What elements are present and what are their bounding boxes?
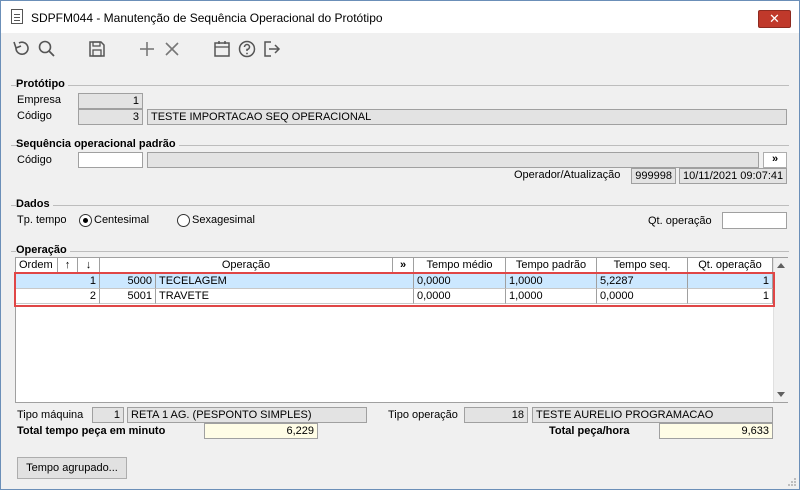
cell-codigo: 5000: [100, 274, 156, 289]
atualizacao-field: 10/11/2021 09:07:41: [679, 168, 787, 184]
tipo-operacao-label: Tipo operação: [388, 409, 458, 421]
sexagesimal-radio[interactable]: [177, 214, 190, 227]
prototipo-codigo-field[interactable]: 3: [78, 109, 143, 125]
tipo-maquina-desc-field: RETA 1 AG. (PESPONTO SIMPLES): [127, 407, 367, 423]
codigo-label: Código: [17, 110, 52, 122]
table-row[interactable]: 1 5000 TECELAGEM 0,0000 1,0000 5,2287 1: [16, 274, 773, 289]
operacao-title: Operação: [16, 244, 70, 256]
centesimal-radio[interactable]: [79, 214, 92, 227]
tipo-maquina-label: Tipo máquina: [17, 409, 84, 421]
sequencia-codigo-label: Código: [17, 154, 52, 166]
cell-operacao: TRAVETE: [156, 289, 414, 304]
document-icon: [11, 9, 23, 24]
col-tempo-seq[interactable]: Tempo seq.: [597, 258, 688, 273]
total-peca-field: 9,633: [659, 423, 773, 439]
col-lookup[interactable]: »: [393, 258, 414, 273]
exit-icon[interactable]: [262, 39, 282, 59]
empresa-field[interactable]: 1: [78, 93, 143, 109]
sequencia-title: Sequência operacional padrão: [16, 138, 179, 150]
cell-qt-operacao: 1: [688, 274, 773, 289]
close-button[interactable]: ✕: [758, 10, 791, 28]
sequencia-lookup-button[interactable]: »: [763, 152, 787, 168]
help-icon[interactable]: [237, 39, 257, 59]
dados-title: Dados: [16, 198, 53, 210]
cell-tempo-seq: 0,0000: [597, 289, 688, 304]
col-tempo-medio[interactable]: Tempo médio: [414, 258, 506, 273]
prototipo-title: Protótipo: [16, 78, 68, 90]
table-row[interactable]: 2 5001 TRAVETE 0,0000 1,0000 0,0000 1: [16, 289, 773, 304]
grid-header: Ordem ↑ ↓ Operação » Tempo médio Tempo p…: [16, 258, 773, 273]
cell-tempo-seq: 5,2287: [597, 274, 688, 289]
cell-ordem: 2: [16, 289, 100, 304]
title-bar: SDPFM044 - Manutenção de Sequência Opera…: [1, 1, 799, 33]
tipo-operacao-desc-field: TESTE AURELIO PROGRAMACAO: [532, 407, 773, 423]
window-title: SDPFM044 - Manutenção de Sequência Opera…: [31, 11, 383, 25]
operador-label: Operador/Atualização: [514, 169, 621, 181]
total-tempo-label: Total tempo peça em minuto: [17, 425, 166, 437]
cell-ordem: 1: [16, 274, 100, 289]
cell-tempo-medio: 0,0000: [414, 274, 506, 289]
tp-tempo-label: Tp. tempo: [17, 214, 67, 226]
app-window: SDPFM044 - Manutenção de Sequência Opera…: [0, 0, 800, 490]
sequencia-codigo-input[interactable]: [78, 152, 143, 168]
col-operacao[interactable]: Operação: [100, 258, 393, 273]
empresa-label: Empresa: [17, 94, 62, 106]
scroll-up-icon[interactable]: [777, 263, 785, 268]
calendar-icon[interactable]: [212, 39, 232, 59]
toolbar: [1, 35, 799, 63]
operacao-section: [11, 251, 789, 253]
col-tempo-padrao[interactable]: Tempo padrão: [506, 258, 597, 273]
cell-qt-operacao: 1: [688, 289, 773, 304]
tipo-maquina-code-field: 1: [92, 407, 124, 423]
total-tempo-field: 6,229: [204, 423, 318, 439]
cell-tempo-padrao: 1,0000: [506, 274, 597, 289]
undo-icon[interactable]: [11, 39, 31, 59]
prototipo-descricao-field: TESTE IMPORTACAO SEQ OPERACIONAL: [147, 109, 787, 125]
centesimal-label[interactable]: Centesimal: [94, 214, 149, 226]
operacao-grid: Ordem ↑ ↓ Operação » Tempo médio Tempo p…: [15, 257, 788, 403]
col-qt-operacao[interactable]: Qt. operação: [688, 258, 773, 273]
col-ordem[interactable]: Ordem: [16, 258, 58, 273]
scroll-down-icon[interactable]: [777, 392, 785, 397]
move-down-icon[interactable]: ↓: [78, 258, 100, 273]
sexagesimal-label[interactable]: Sexagesimal: [192, 214, 255, 226]
tipo-operacao-code-field: 18: [464, 407, 528, 423]
qt-operacao-input[interactable]: [722, 212, 787, 229]
search-icon[interactable]: [37, 39, 57, 59]
cell-tempo-medio: 0,0000: [414, 289, 506, 304]
qt-operacao-label: Qt. operação: [648, 215, 712, 227]
grid-vertical-scrollbar[interactable]: [773, 258, 788, 402]
cell-operacao: TECELAGEM: [156, 274, 414, 289]
add-icon[interactable]: [137, 39, 157, 59]
cell-tempo-padrao: 1,0000: [506, 289, 597, 304]
operador-field: 999998: [631, 168, 676, 184]
delete-icon[interactable]: [162, 39, 182, 59]
resize-grip-icon[interactable]: [787, 477, 797, 487]
move-up-icon[interactable]: ↑: [58, 258, 78, 273]
cell-codigo: 5001: [100, 289, 156, 304]
total-peca-label: Total peça/hora: [549, 425, 630, 437]
sequencia-descricao-field: [147, 152, 759, 168]
save-icon[interactable]: [87, 39, 107, 59]
tempo-agrupado-button[interactable]: Tempo agrupado...: [17, 457, 127, 479]
